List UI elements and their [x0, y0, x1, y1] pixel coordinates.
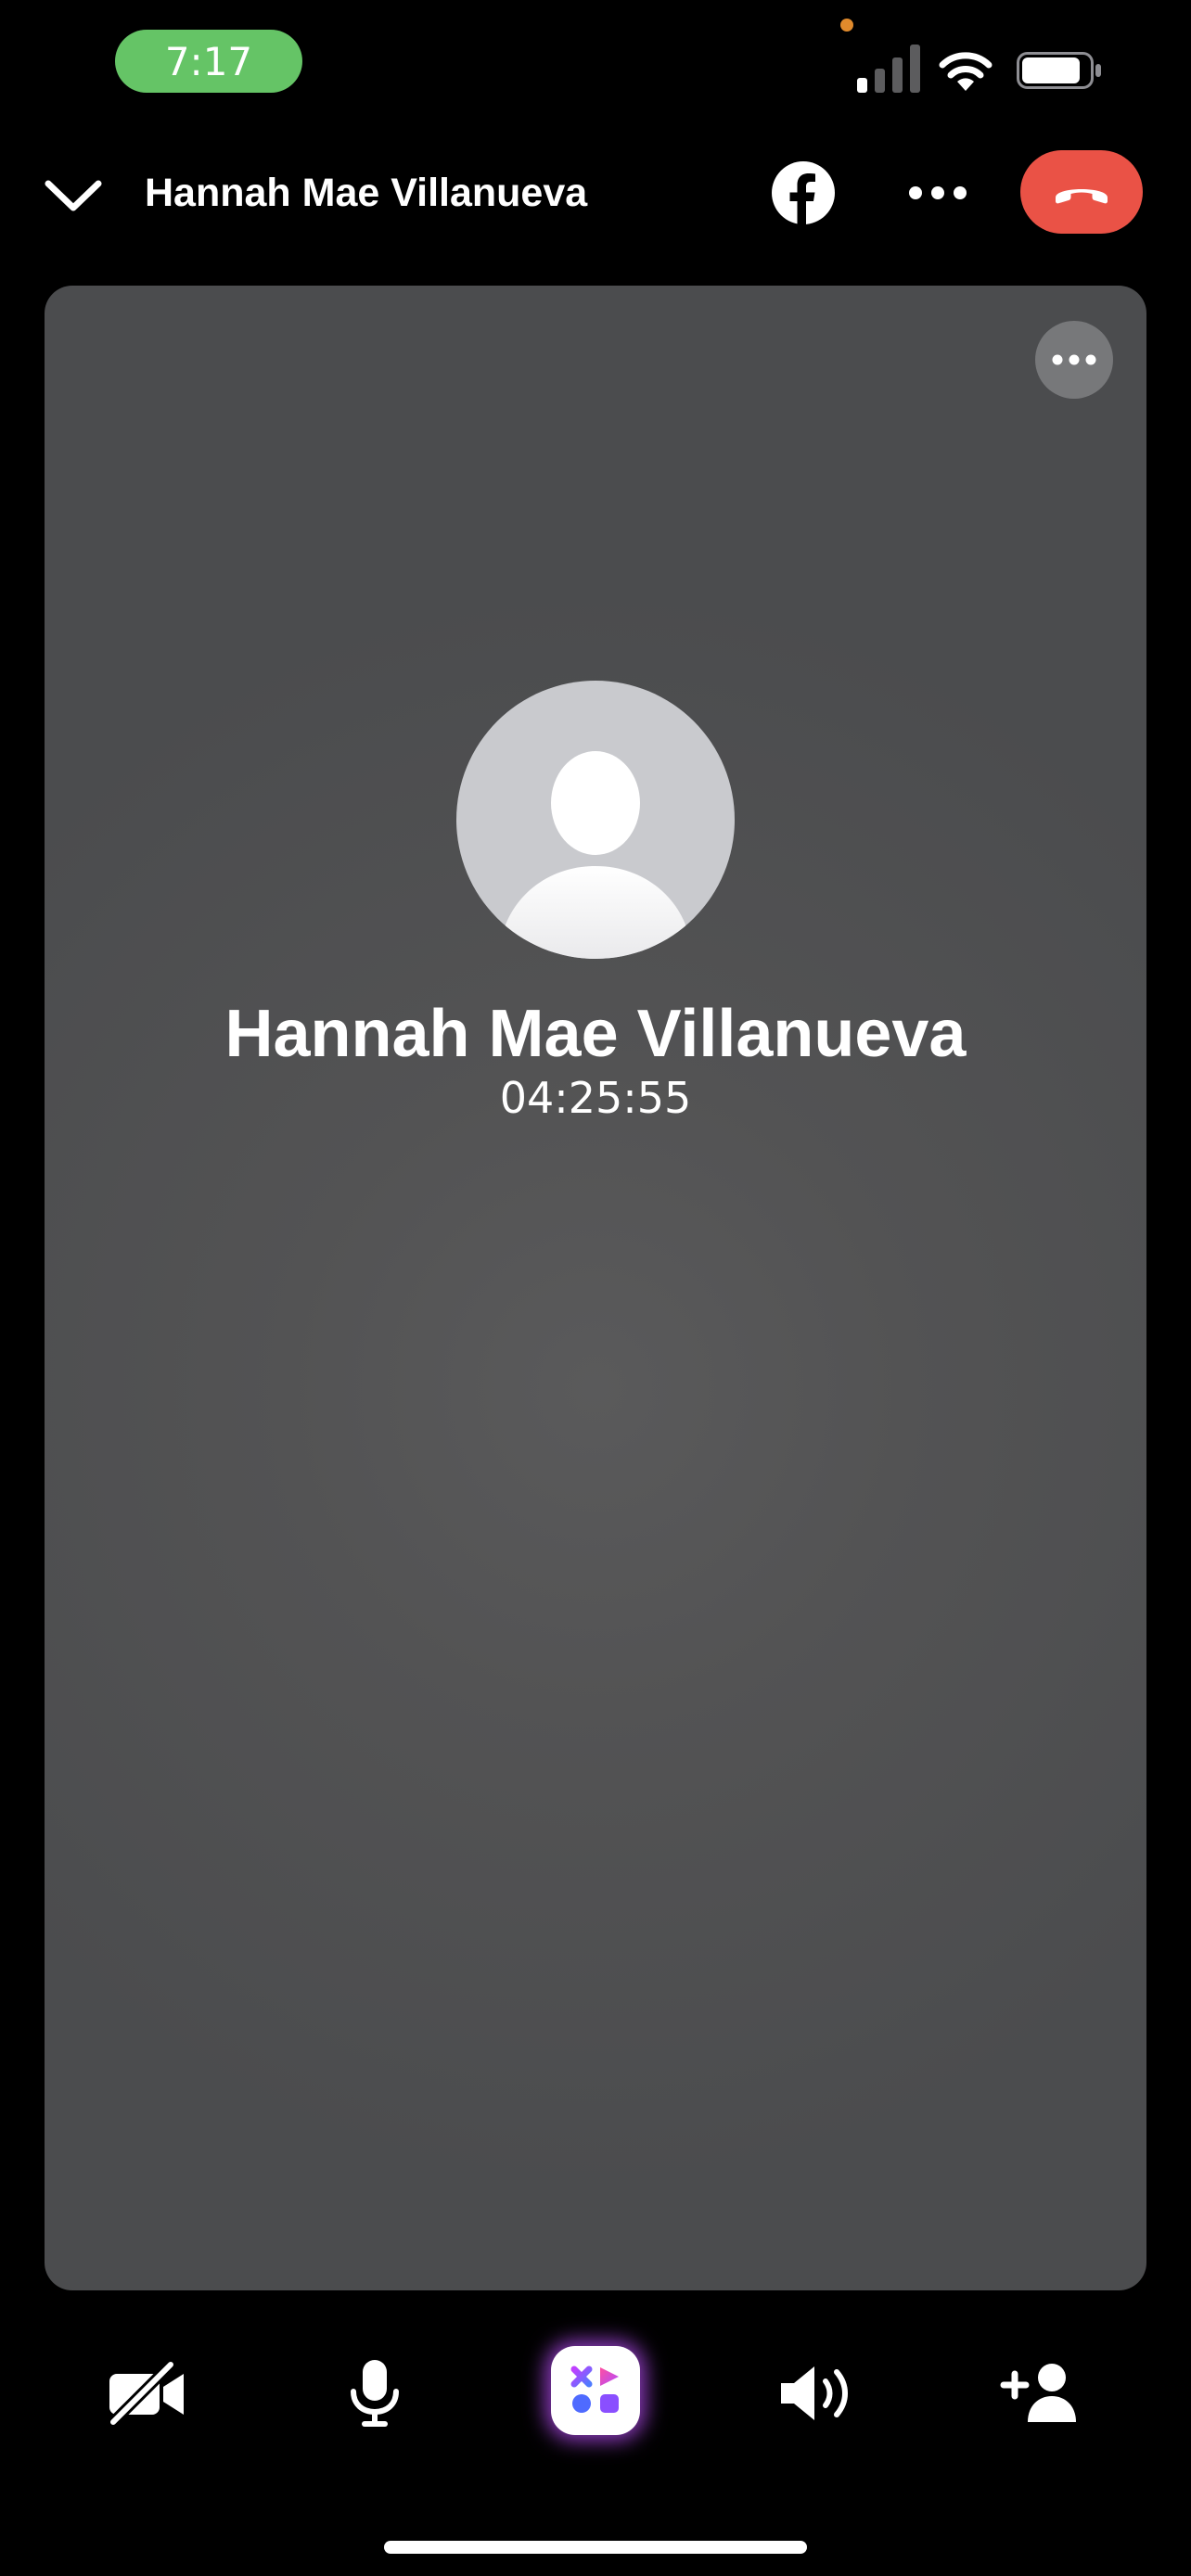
battery-icon [1017, 52, 1101, 89]
participant-video-tile[interactable] [45, 286, 1146, 2290]
effects-button[interactable] [551, 2346, 640, 2435]
avatar [456, 681, 735, 959]
microphone-icon [351, 2360, 399, 2427]
more-horizontal-icon [1052, 354, 1096, 365]
cellular-signal-icon [857, 45, 920, 93]
microphone-button[interactable] [347, 2355, 403, 2431]
more-horizontal-icon[interactable] [907, 180, 968, 206]
default-person-avatar-icon [499, 751, 692, 959]
header-title: Hannah Mae Villanueva [145, 170, 588, 215]
callee-name: Hannah Mae Villanueva [224, 997, 967, 1071]
end-call-icon [1056, 189, 1108, 204]
add-person-button[interactable] [1000, 2355, 1080, 2431]
camera-off-button[interactable] [106, 2355, 189, 2431]
end-call-button[interactable] [1020, 150, 1143, 234]
status-time: 7:17 [115, 30, 302, 93]
effects-apps-icon [570, 2366, 619, 2413]
add-person-icon [1000, 2364, 1076, 2422]
speaker-icon [781, 2366, 848, 2420]
home-indicator[interactable] [384, 2541, 807, 2554]
wifi-icon [939, 52, 992, 91]
facebook-icon[interactable] [772, 161, 835, 224]
chevron-down-icon[interactable] [43, 171, 104, 217]
video-off-icon [108, 2361, 184, 2426]
speaker-button[interactable] [777, 2355, 857, 2431]
call-duration: 04:25:55 [499, 1073, 692, 1123]
tile-more-button[interactable] [1035, 321, 1113, 399]
privacy-indicator-dot [840, 19, 853, 32]
